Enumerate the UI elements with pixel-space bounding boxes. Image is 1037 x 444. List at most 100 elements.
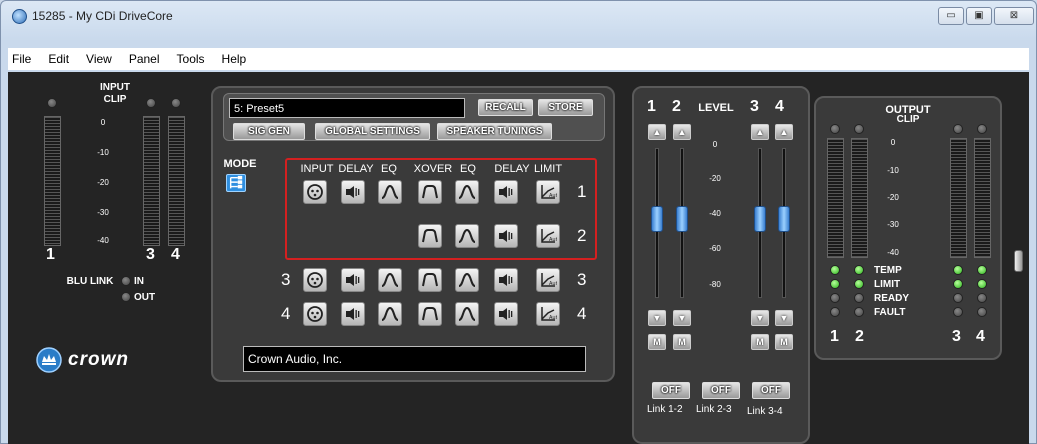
minimize-button[interactable]: ▭ xyxy=(938,7,964,25)
mute-button-2[interactable]: M xyxy=(673,334,691,350)
svg-text:Auto: Auto xyxy=(549,281,557,287)
ch1-input-button[interactable] xyxy=(303,180,327,204)
xlr-input-icon xyxy=(307,306,323,322)
side-expand-handle[interactable] xyxy=(1014,250,1023,272)
fader-knob-2[interactable] xyxy=(676,206,688,232)
preset-field[interactable]: 5: Preset5 xyxy=(229,98,465,118)
mute-button-3[interactable]: M xyxy=(751,334,769,350)
menu-panel[interactable]: Panel xyxy=(129,52,160,66)
delay-icon xyxy=(499,186,513,198)
fault-led-3 xyxy=(953,307,963,317)
output-clip-label: CLIP xyxy=(896,114,920,125)
mode-tree-icon xyxy=(229,175,243,189)
level-down-button-3[interactable]: ▼ xyxy=(751,310,769,326)
ch1-eq-button[interactable] xyxy=(378,180,402,204)
ch3-limit-button[interactable]: Auto xyxy=(536,268,560,292)
recall-button[interactable]: RECALL xyxy=(478,99,533,116)
ready-led-1 xyxy=(830,293,840,303)
mute-button-4[interactable]: M xyxy=(775,334,793,350)
level-up-button-4[interactable]: ▲ xyxy=(775,124,793,140)
ch3-delay-button[interactable] xyxy=(341,268,365,292)
crossover-icon xyxy=(422,185,438,199)
fader-knob-4[interactable] xyxy=(778,206,790,232)
ch2-delay-button[interactable] xyxy=(494,224,518,248)
ch4-delay-button[interactable] xyxy=(494,302,518,326)
ch2-xover-button[interactable] xyxy=(418,224,442,248)
device-name-field[interactable]: Crown Audio, Inc. xyxy=(243,346,586,372)
eq-icon xyxy=(458,306,476,321)
mode-button[interactable] xyxy=(226,174,246,192)
menu-edit[interactable]: Edit xyxy=(48,52,69,66)
ch4-eq-button[interactable] xyxy=(455,302,479,326)
dsp-ch-right-label: 1 xyxy=(577,182,587,201)
level-down-button-2[interactable]: ▼ xyxy=(673,310,691,326)
ch4-xover-button[interactable] xyxy=(418,302,442,326)
ch4-delay-button[interactable] xyxy=(341,302,365,326)
ch1-delay-button[interactable] xyxy=(494,180,518,204)
menu-bar: File Edit View Panel Tools Help xyxy=(8,48,1029,70)
link-1-2-button[interactable]: OFF xyxy=(652,382,690,399)
store-button[interactable]: STORE xyxy=(538,99,593,116)
level-down-button-4[interactable]: ▼ xyxy=(775,310,793,326)
menu-file[interactable]: File xyxy=(12,52,31,66)
level-scale-label: -60 xyxy=(709,244,721,253)
fader-knob-3[interactable] xyxy=(754,206,766,232)
ch2-eq-button[interactable] xyxy=(455,224,479,248)
sig-gen-button[interactable]: SIG GEN xyxy=(233,123,305,140)
xlr-input-icon xyxy=(307,184,323,200)
delay-icon xyxy=(346,308,360,320)
ch3-eq-button[interactable] xyxy=(455,268,479,292)
limit-led-3 xyxy=(953,279,963,289)
ch1-limit-button[interactable]: Auto xyxy=(536,180,560,204)
mute-button-1[interactable]: M xyxy=(648,334,666,350)
menu-view[interactable]: View xyxy=(86,52,112,66)
ch1-xover-button[interactable] xyxy=(418,180,442,204)
level-up-button-3[interactable]: ▲ xyxy=(751,124,769,140)
level-down-button-1[interactable]: ▼ xyxy=(648,310,666,326)
delay-icon xyxy=(499,230,513,242)
window-title: 15285 - My CDi DriveCore xyxy=(32,9,173,23)
link-3-4-button[interactable]: OFF xyxy=(752,382,790,399)
status-fault-label: FAULT xyxy=(874,307,906,318)
ch1-eq-button[interactable] xyxy=(455,180,479,204)
crossover-icon xyxy=(422,273,438,287)
dsp-panel: 5: Preset5 RECALL STORE SIG GEN GLOBAL S… xyxy=(211,86,615,382)
ch4-limit-button[interactable]: Auto xyxy=(536,302,560,326)
global-settings-button[interactable]: GLOBAL SETTINGS xyxy=(315,123,430,140)
ch3-xover-button[interactable] xyxy=(418,268,442,292)
ch2-limit-button[interactable]: Auto xyxy=(536,224,560,248)
input-clip-led-1 xyxy=(47,98,57,108)
link-2-3-button[interactable]: OFF xyxy=(702,382,740,399)
level-up-button-2[interactable]: ▲ xyxy=(673,124,691,140)
input-meter-4 xyxy=(168,116,185,246)
speaker-tunings-button[interactable]: SPEAKER TUNINGS xyxy=(437,123,552,140)
ch4-input-button[interactable] xyxy=(303,302,327,326)
input-meter-3 xyxy=(143,116,160,246)
output-meter-1 xyxy=(827,138,844,258)
eq-icon xyxy=(458,184,476,199)
input-scale-label: -30 xyxy=(97,208,109,217)
temp-led-2 xyxy=(854,265,864,275)
ch1-delay-button[interactable] xyxy=(341,180,365,204)
input-scale-label: -10 xyxy=(97,148,109,157)
close-button[interactable]: ⊠ xyxy=(994,7,1034,25)
ch4-eq-button[interactable] xyxy=(378,302,402,326)
fader-knob-1[interactable] xyxy=(651,206,663,232)
menu-tools[interactable]: Tools xyxy=(177,52,205,66)
ch3-delay-button[interactable] xyxy=(494,268,518,292)
menu-help[interactable]: Help xyxy=(222,52,247,66)
limit-led-4 xyxy=(977,279,987,289)
input-ch-4-label: 4 xyxy=(171,246,180,263)
dsp-ch-left-label: 4 xyxy=(281,304,291,323)
delay-icon xyxy=(499,274,513,286)
ch3-input-button[interactable] xyxy=(303,268,327,292)
level-ch-3-label: 3 xyxy=(750,98,759,115)
header-delay: DELAY xyxy=(338,163,374,175)
input-meter-1 xyxy=(44,116,61,246)
limit-led-2 xyxy=(854,279,864,289)
level-scale-label: -40 xyxy=(709,209,721,218)
ch3-eq-button[interactable] xyxy=(378,268,402,292)
eq-icon xyxy=(381,306,399,321)
level-up-button-1[interactable]: ▲ xyxy=(648,124,666,140)
maximize-button[interactable]: ▣ xyxy=(966,7,992,25)
